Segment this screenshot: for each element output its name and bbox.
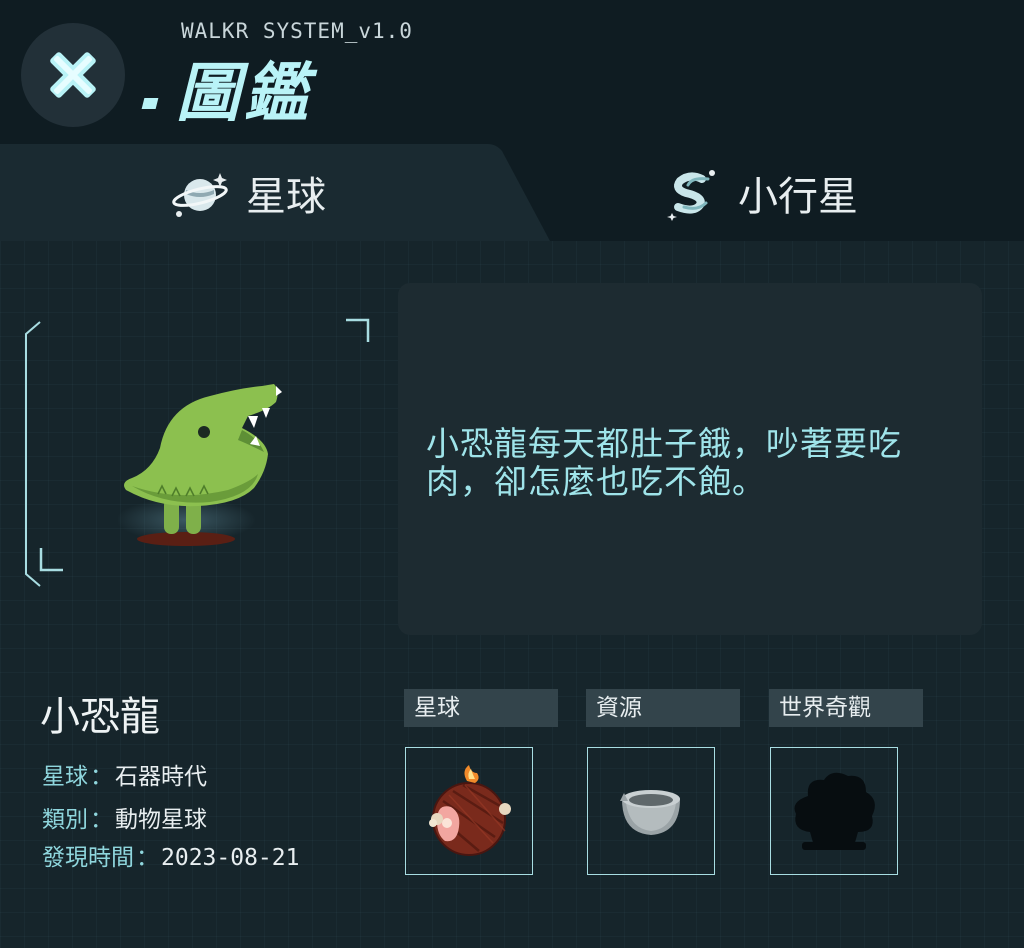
- close-x-icon: [50, 52, 96, 98]
- info-type-value: 動物星球: [115, 807, 207, 833]
- info-separator: ：: [90, 764, 113, 790]
- info-separator: ：: [136, 845, 159, 871]
- info-type-label: 類別: [42, 807, 88, 833]
- asteroid-icon: [667, 169, 715, 221]
- tab-bar: 星球 小行星: [0, 144, 1024, 241]
- category-label-wonder: 世界奇觀: [769, 689, 923, 727]
- tab-asteroid-label: 小行星: [738, 173, 858, 220]
- description-panel: 小恐龍每天都肚子餓，吵著要吃肉，卻怎麼也吃不飽。: [398, 283, 982, 635]
- info-planet-label: 星球: [42, 764, 88, 790]
- stone-bowl-icon: [620, 790, 680, 835]
- dinosaur-creature-icon: [118, 384, 282, 546]
- description-text: 小恐龍每天都肚子餓，吵著要吃肉，卻怎麼也吃不飽。: [426, 424, 902, 501]
- category-item-resource[interactable]: [587, 747, 715, 875]
- info-discovered-label: 發現時間: [42, 845, 134, 871]
- info-planet-value: 石器時代: [115, 764, 207, 790]
- info-discovered-value: 2023-08-21: [161, 845, 300, 871]
- category-label-resource: 資源: [586, 689, 740, 727]
- creature-name: 小恐龍: [40, 694, 160, 740]
- info-discovered-row: 發現時間：2023-08-21: [42, 838, 299, 872]
- page-title: 圖鑑: [176, 57, 312, 131]
- category-label-planet: 星球: [404, 689, 558, 727]
- info-planet-row: 星球：石器時代: [42, 757, 207, 791]
- category-item-wonder[interactable]: [770, 747, 898, 875]
- locked-wonder-silhouette-icon: [794, 772, 875, 850]
- planet-icon: [172, 172, 228, 217]
- system-version-label: WALKR SYSTEM_v1.0: [181, 19, 413, 43]
- tab-planet-label: 星球: [246, 173, 326, 220]
- close-button[interactable]: [21, 23, 125, 127]
- roasted-meat-planet-icon: [429, 765, 511, 856]
- info-separator: ：: [90, 807, 113, 833]
- title-dot: [141, 98, 159, 109]
- tab-asteroid[interactable]: 小行星: [664, 144, 858, 241]
- info-type-row: 類別：動物星球: [42, 800, 207, 834]
- category-item-planet[interactable]: [405, 747, 533, 875]
- tab-planet[interactable]: 星球: [170, 144, 326, 241]
- header: WALKR SYSTEM_v1.0 圖鑑: [0, 0, 1024, 144]
